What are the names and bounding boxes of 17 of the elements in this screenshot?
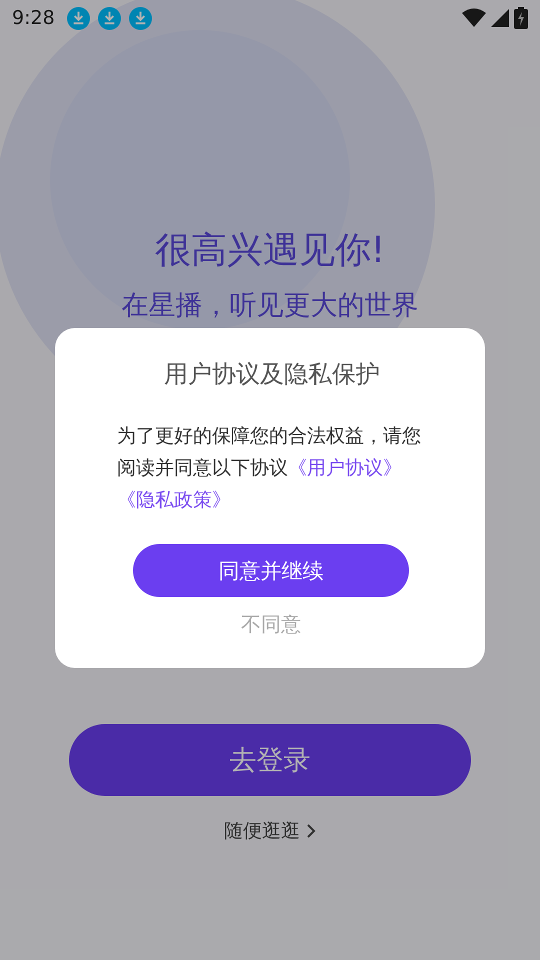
agreement-link[interactable]: 《用户协议》 [288,457,402,479]
welcome-heading: 很高兴遇见你! [154,229,386,273]
tagline: 在星播，听见更大的世界 [122,289,418,323]
agree-button[interactable]: 同意并继续 [133,544,409,597]
dialog-title: 用户协议及隐私保护 [164,359,380,390]
status-time: 9:28 [12,7,55,29]
browse-link[interactable]: 随便逛逛 [224,818,316,844]
dialog-message: 为了更好的保障您的合法权益，请您阅读并同意以下协议《用户协议》 《隐私政策》 [117,424,422,513]
chevron-right-icon [306,823,316,839]
wifi-icon [462,8,486,28]
agreement-link[interactable]: 《隐私政策》 [117,489,231,511]
download-icon [98,6,121,30]
download-icon [128,6,152,30]
login-button[interactable]: 去登录 [69,724,471,796]
download-icon [66,6,90,30]
battery-icon [514,7,528,29]
signal-icon [490,8,510,28]
